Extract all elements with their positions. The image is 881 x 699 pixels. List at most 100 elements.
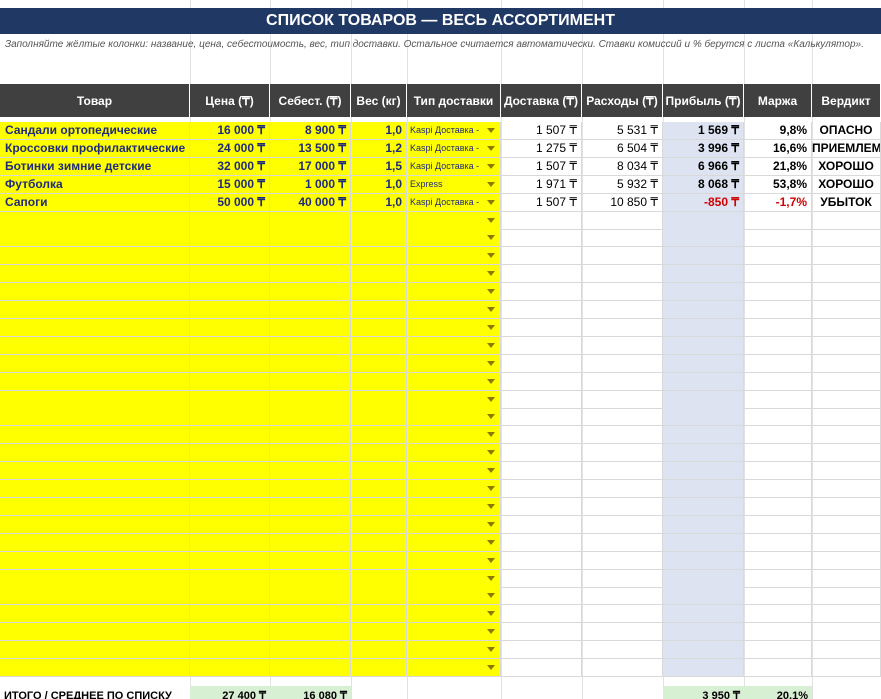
chevron-down-icon[interactable]	[487, 128, 495, 133]
price-cell[interactable]	[190, 354, 270, 373]
profit-cell[interactable]	[663, 211, 744, 230]
profit-cell[interactable]: -850 ₸	[663, 193, 744, 212]
product-name-cell[interactable]	[0, 372, 190, 391]
weight-cell[interactable]	[351, 659, 407, 677]
profit-cell[interactable]: 8 068 ₸	[663, 175, 744, 194]
shipping-type-dropdown[interactable]	[407, 659, 501, 677]
weight-cell[interactable]	[351, 283, 407, 302]
chevron-down-icon[interactable]	[487, 432, 495, 438]
expenses-cell[interactable]	[582, 372, 663, 391]
profit-cell[interactable]	[663, 426, 744, 445]
shipping-type-dropdown[interactable]: Kaspi Доставка -	[407, 139, 501, 158]
price-cell[interactable]	[190, 551, 270, 570]
product-name-cell[interactable]	[0, 462, 190, 481]
product-name-cell[interactable]: Сапоги	[0, 193, 190, 212]
shipping-type-dropdown[interactable]	[407, 480, 501, 498]
cost-cell[interactable]: 8 900 ₸	[270, 122, 351, 140]
weight-cell[interactable]	[351, 354, 407, 373]
expenses-cell[interactable]	[582, 641, 663, 660]
margin-cell[interactable]: 16,6%	[744, 139, 812, 158]
margin-cell[interactable]: 9,8%	[744, 122, 812, 140]
chevron-down-icon[interactable]	[487, 557, 495, 563]
chevron-down-icon[interactable]	[487, 253, 495, 259]
cost-cell[interactable]	[270, 480, 351, 498]
verdict-cell[interactable]	[812, 265, 881, 284]
price-cell[interactable]	[190, 390, 270, 409]
margin-cell[interactable]	[744, 533, 812, 552]
price-cell[interactable]	[190, 211, 270, 230]
margin-cell[interactable]: 21,8%	[744, 157, 812, 176]
verdict-cell[interactable]	[812, 641, 881, 660]
expenses-cell[interactable]	[582, 659, 663, 677]
verdict-cell[interactable]	[812, 533, 881, 552]
delivery-cost-cell[interactable]	[501, 283, 582, 302]
delivery-cost-cell[interactable]: 1 507 ₸	[501, 122, 582, 140]
weight-cell[interactable]: 1,0	[351, 122, 407, 140]
delivery-cost-cell[interactable]: 1 507 ₸	[501, 157, 582, 176]
price-cell[interactable]	[190, 659, 270, 677]
verdict-cell[interactable]	[812, 444, 881, 463]
cost-cell[interactable]	[270, 426, 351, 445]
column-header-weight[interactable]: Вес (кг)	[351, 84, 407, 117]
margin-cell[interactable]	[744, 247, 812, 266]
shipping-type-dropdown[interactable]: Express	[407, 175, 501, 194]
margin-cell[interactable]	[744, 551, 812, 570]
verdict-cell[interactable]	[812, 336, 881, 355]
chevron-down-icon[interactable]	[487, 163, 495, 169]
expenses-cell[interactable]: 6 504 ₸	[582, 139, 663, 158]
margin-cell[interactable]	[744, 515, 812, 534]
delivery-cost-cell[interactable]	[501, 605, 582, 624]
weight-cell[interactable]	[351, 497, 407, 516]
product-name-cell[interactable]	[0, 480, 190, 498]
delivery-cost-cell[interactable]	[501, 480, 582, 498]
weight-cell[interactable]	[351, 301, 407, 319]
profit-cell[interactable]	[663, 265, 744, 284]
expenses-cell[interactable]	[582, 515, 663, 534]
chevron-down-icon[interactable]	[487, 611, 495, 617]
profit-cell[interactable]	[663, 497, 744, 516]
weight-cell[interactable]	[351, 641, 407, 660]
product-name-cell[interactable]	[0, 426, 190, 445]
price-cell[interactable]	[190, 229, 270, 248]
price-cell[interactable]	[190, 569, 270, 588]
chevron-down-icon[interactable]	[487, 665, 495, 670]
margin-cell[interactable]: -1,7%	[744, 193, 812, 212]
chevron-down-icon[interactable]	[487, 503, 495, 509]
chevron-down-icon[interactable]	[487, 521, 495, 527]
shipping-type-dropdown[interactable]	[407, 318, 501, 337]
expenses-cell[interactable]	[582, 318, 663, 337]
shipping-type-dropdown[interactable]	[407, 390, 501, 409]
shipping-type-dropdown[interactable]	[407, 354, 501, 373]
profit-cell[interactable]	[663, 533, 744, 552]
product-name-cell[interactable]	[0, 354, 190, 373]
cost-cell[interactable]	[270, 587, 351, 606]
price-cell[interactable]	[190, 408, 270, 427]
verdict-cell[interactable]	[812, 283, 881, 302]
column-header-price[interactable]: Цена (₸)	[190, 84, 270, 117]
weight-cell[interactable]	[351, 336, 407, 355]
weight-cell[interactable]: 1,0	[351, 193, 407, 212]
weight-cell[interactable]: 1,0	[351, 175, 407, 194]
cost-cell[interactable]	[270, 390, 351, 409]
product-name-cell[interactable]	[0, 641, 190, 660]
shipping-type-dropdown[interactable]: Kaspi Доставка -	[407, 157, 501, 176]
price-cell[interactable]	[190, 283, 270, 302]
shipping-type-dropdown[interactable]	[407, 372, 501, 391]
cost-cell[interactable]	[270, 462, 351, 481]
price-cell[interactable]	[190, 623, 270, 642]
product-name-cell[interactable]	[0, 247, 190, 266]
verdict-cell[interactable]	[812, 515, 881, 534]
weight-cell[interactable]	[351, 480, 407, 498]
cost-cell[interactable]	[270, 354, 351, 373]
delivery-cost-cell[interactable]: 1 275 ₸	[501, 139, 582, 158]
cost-cell[interactable]	[270, 623, 351, 642]
cost-cell[interactable]: 1 000 ₸	[270, 175, 351, 194]
price-cell[interactable]	[190, 533, 270, 552]
cost-cell[interactable]	[270, 265, 351, 284]
cost-cell[interactable]: 17 000 ₸	[270, 157, 351, 176]
column-header-margin[interactable]: Маржа	[744, 84, 812, 117]
margin-cell[interactable]	[744, 301, 812, 319]
weight-cell[interactable]	[351, 211, 407, 230]
margin-cell[interactable]	[744, 265, 812, 284]
shipping-type-dropdown[interactable]	[407, 265, 501, 284]
